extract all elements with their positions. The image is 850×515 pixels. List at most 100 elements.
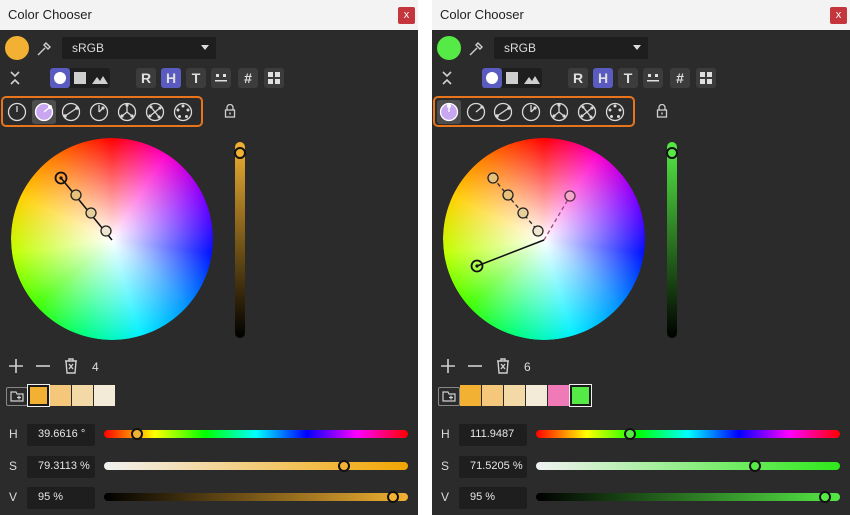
grid-icon — [700, 72, 712, 84]
trash-icon[interactable] — [493, 356, 513, 376]
palette-swatch[interactable] — [94, 385, 115, 406]
eyedropper-icon[interactable] — [467, 40, 485, 58]
palette-swatch[interactable] — [482, 385, 503, 406]
harmony-complementary-button[interactable] — [491, 100, 515, 124]
lock-icon[interactable] — [223, 103, 237, 119]
rgb-mode-button[interactable]: R — [136, 68, 156, 88]
hue-slider-handle[interactable] — [131, 428, 144, 440]
hex-mode-button[interactable]: # — [238, 68, 258, 88]
value-slider[interactable] — [104, 493, 408, 501]
rgb-mode-button[interactable]: R — [568, 68, 588, 88]
image-icon[interactable] — [90, 68, 110, 88]
add-palette-icon — [10, 391, 24, 402]
view-mode-toggle[interactable] — [482, 68, 542, 88]
saturation-input[interactable]: 71.5205 % — [459, 456, 527, 478]
saturation-value: 71.5205 % — [470, 460, 523, 472]
palette-swatch[interactable] — [569, 384, 592, 407]
color-wheel[interactable] — [0, 130, 230, 360]
trash-icon[interactable] — [61, 356, 81, 376]
harmony-analogous-icon — [34, 102, 54, 122]
palette-swatch[interactable] — [504, 385, 525, 406]
harmony-triad-button[interactable] — [547, 100, 571, 124]
saturation-slider[interactable] — [104, 462, 408, 470]
close-button[interactable]: x — [830, 7, 847, 24]
view-mode-toggle[interactable] — [50, 68, 110, 88]
palette-swatch[interactable] — [526, 385, 547, 406]
harmony-split-button[interactable] — [519, 100, 543, 124]
color-space-select[interactable]: sRGB — [494, 37, 648, 59]
wheel-mode-button[interactable] — [50, 68, 70, 88]
hue-slider-handle[interactable] — [624, 428, 637, 440]
hue-value: 39.6616 ° — [38, 428, 86, 440]
slider-mode-button[interactable] — [211, 68, 231, 88]
add-palette-button[interactable] — [6, 387, 28, 406]
hue-value: 111.9487 — [470, 428, 515, 440]
hsv-mode-button[interactable]: H — [161, 68, 181, 88]
wheel-icon — [486, 72, 498, 84]
eyedropper-icon[interactable] — [35, 40, 53, 58]
collapse-icon[interactable] — [440, 70, 454, 86]
value-input[interactable]: 95 % — [459, 487, 527, 509]
value-slider-handle[interactable] — [818, 491, 831, 503]
wheel-icon — [54, 72, 66, 84]
palette-swatch[interactable] — [548, 385, 569, 406]
harmony-analogous-button[interactable] — [32, 100, 56, 124]
hex-mode-button[interactable]: # — [670, 68, 690, 88]
value-strip[interactable] — [667, 142, 677, 338]
add-palette-button[interactable] — [438, 387, 460, 406]
text-mode-button[interactable]: T — [186, 68, 206, 88]
harmony-split-button[interactable] — [87, 100, 111, 124]
saturation-input[interactable]: 79.3113 % — [27, 456, 95, 478]
plus-icon[interactable] — [6, 356, 26, 376]
harmony-single-button[interactable] — [5, 100, 29, 124]
hsv-mode-button[interactable]: H — [593, 68, 613, 88]
plus-icon[interactable] — [438, 356, 458, 376]
palette-swatch[interactable] — [72, 385, 93, 406]
palette-swatch[interactable] — [50, 385, 71, 406]
value-strip-handle[interactable] — [234, 147, 246, 159]
text-mode-button[interactable]: T — [618, 68, 638, 88]
slider-mode-button[interactable] — [643, 68, 663, 88]
harmony-tetrad-button[interactable] — [575, 100, 599, 124]
color-space-select[interactable]: sRGB — [62, 37, 216, 59]
harmony-pentad-button[interactable] — [603, 100, 627, 124]
square-icon[interactable] — [502, 68, 522, 88]
harmony-pentad-button[interactable] — [171, 100, 195, 124]
value-slider[interactable] — [536, 493, 840, 501]
value-value: 95 % — [470, 491, 496, 503]
harmony-tetrad-button[interactable] — [143, 100, 167, 124]
image-icon[interactable] — [522, 68, 542, 88]
hue-input[interactable]: 39.6616 ° — [27, 424, 95, 446]
harmony-triad-button[interactable] — [115, 100, 139, 124]
value-strip[interactable] — [235, 142, 245, 338]
minus-icon[interactable] — [465, 356, 485, 376]
saturation-slider-handle[interactable] — [338, 460, 351, 472]
value-slider-handle[interactable] — [386, 491, 399, 503]
minus-icon[interactable] — [33, 356, 53, 376]
value-strip-handle[interactable] — [666, 147, 678, 159]
harmony-triad-icon — [549, 102, 569, 122]
harmony-analogous-button[interactable] — [464, 100, 488, 124]
lock-icon[interactable] — [655, 103, 669, 119]
saturation-slider-handle[interactable] — [748, 460, 761, 472]
swatch-grid-button[interactable] — [264, 68, 284, 88]
palette-swatch[interactable] — [27, 384, 50, 407]
hue-slider[interactable] — [536, 430, 840, 438]
current-color-swatch[interactable] — [5, 36, 29, 60]
harmony-single-button[interactable] — [437, 100, 461, 124]
square-icon[interactable] — [70, 68, 90, 88]
harmony-complementary-icon — [61, 102, 81, 122]
wheel-mode-button[interactable] — [482, 68, 502, 88]
color-wheel[interactable] — [432, 130, 662, 360]
swatch-grid-button[interactable] — [696, 68, 716, 88]
close-button[interactable]: x — [398, 7, 415, 24]
hue-input[interactable]: 111.9487 — [459, 424, 527, 446]
value-input[interactable]: 95 % — [27, 487, 95, 509]
harmony-complementary-button[interactable] — [59, 100, 83, 124]
saturation-slider[interactable] — [536, 462, 840, 470]
harmony-pentad-icon — [605, 102, 625, 122]
palette-swatch[interactable] — [460, 385, 481, 406]
hue-slider[interactable] — [104, 430, 408, 438]
collapse-icon[interactable] — [8, 70, 22, 86]
current-color-swatch[interactable] — [437, 36, 461, 60]
